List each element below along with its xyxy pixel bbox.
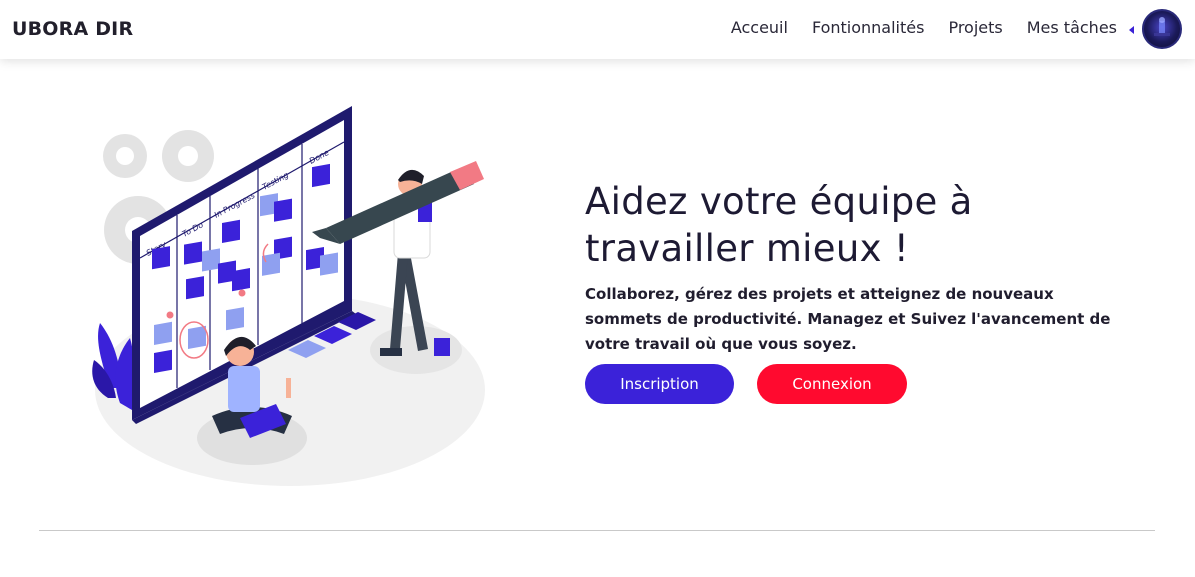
section-divider: [39, 530, 1155, 531]
hero-title-line1: Aidez votre équipe à: [585, 180, 973, 223]
nav-link-projets[interactable]: Projets: [948, 18, 1002, 37]
signup-button[interactable]: Inscription: [585, 364, 734, 404]
nav-links: Acceuil Fontionnalités Projets Mes tâche…: [731, 18, 1117, 37]
nav-link-accueil[interactable]: Acceuil: [731, 18, 788, 37]
hero-section: Aidez votre équipe à travailler mieux ! …: [585, 178, 1145, 357]
brand-logo-text[interactable]: UBORA DIR: [12, 18, 133, 40]
hero-actions: Inscription Connexion: [585, 364, 907, 404]
hero-subtitle: Collaborez, gérez des projets et atteign…: [585, 285, 1111, 353]
login-button[interactable]: Connexion: [757, 364, 907, 404]
user-avatar[interactable]: [1142, 9, 1182, 49]
avatar-figure-icon: [1154, 17, 1170, 36]
top-navbar: UBORA DIR Acceuil Fontionnalités Projets…: [0, 0, 1195, 59]
nav-link-fonctionnalites[interactable]: Fontionnalités: [812, 18, 925, 37]
dropdown-caret-icon[interactable]: [1129, 26, 1134, 34]
hero-title: Aidez votre équipe à travailler mieux !: [585, 178, 1145, 272]
nav-link-mes-taches[interactable]: Mes tâches: [1027, 18, 1117, 37]
kanban-illustration: Story To Do In Progress Testing Done: [80, 98, 500, 498]
hero-title-line2: travailler mieux !: [585, 227, 909, 270]
